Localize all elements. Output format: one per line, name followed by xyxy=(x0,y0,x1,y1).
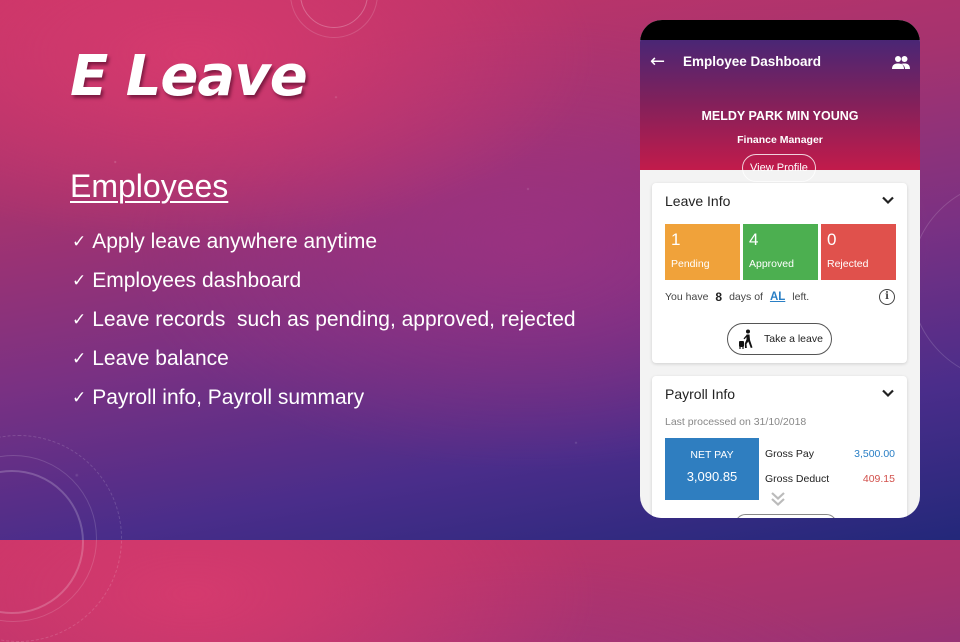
back-arrow-icon[interactable]: ← xyxy=(650,50,665,74)
take-leave-label: Take a leave xyxy=(764,333,823,345)
pending-stat[interactable]: 1 Pending xyxy=(665,224,740,280)
section-heading: Employees xyxy=(70,168,229,204)
gross-pay-row: Gross Pay 3,500.00 xyxy=(765,448,895,460)
balance-middle: days of xyxy=(729,291,763,303)
balance-days: 8 xyxy=(715,290,723,304)
leave-info-title: Leave Info xyxy=(665,193,731,209)
employee-name: MELDY PARK MIN YOUNG xyxy=(701,109,859,123)
balance-suffix: left. xyxy=(792,291,810,303)
gross-deduct-row: Gross Deduct 409.15 xyxy=(765,473,895,485)
app-toolbar: ← Employee Dashboard xyxy=(640,50,920,74)
rejected-label: Rejected xyxy=(827,258,869,270)
pending-label: Pending xyxy=(671,258,710,270)
app-header: ← Employee Dashboard MELDY PARK MIN YOUN… xyxy=(640,40,920,182)
feature-item: ✓ Leave records such as pending, approved… xyxy=(72,300,576,339)
feature-list: ✓ Apply leave anywhere anytime ✓ Employees… xyxy=(72,222,576,417)
net-pay-box: NET PAY 3,090.85 xyxy=(665,438,759,500)
checkmark-icon: ✓ xyxy=(72,309,87,330)
gross-pay-label: Gross Pay xyxy=(765,448,815,460)
feature-text: Leave records such as pending, approved,… xyxy=(92,307,576,331)
approved-stat[interactable]: 4 Approved xyxy=(743,224,818,280)
rejected-count: 0 xyxy=(827,230,837,249)
leave-type-link[interactable]: AL xyxy=(770,291,785,303)
gross-deduct-value: 409.15 xyxy=(862,473,895,485)
pending-count: 1 xyxy=(671,230,681,249)
chevron-down-icon[interactable] xyxy=(881,193,895,207)
decorative-ring xyxy=(0,470,84,614)
feature-item: ✓ Payroll info, Payroll summary xyxy=(72,378,576,417)
decorative-ring xyxy=(290,0,378,38)
take-leave-button[interactable]: Take a leave xyxy=(727,323,832,355)
slide-title: E Leave xyxy=(70,44,308,109)
checkmark-icon: ✓ xyxy=(72,270,87,291)
status-bar xyxy=(640,20,920,40)
checkmark-icon: ✓ xyxy=(72,348,87,369)
approved-count: 4 xyxy=(749,230,759,249)
rejected-stat[interactable]: 0 Rejected xyxy=(821,224,896,280)
people-icon[interactable] xyxy=(892,55,910,69)
net-pay-label: NET PAY xyxy=(690,449,734,461)
gross-deduct-label: Gross Deduct xyxy=(765,473,830,485)
leave-info-card: Leave Info 1 Pending 4 Approved 0 Reject… xyxy=(652,183,907,363)
feature-text: Payroll info, Payroll summary xyxy=(92,385,365,409)
checkmark-icon: ✓ xyxy=(72,387,87,408)
payroll-info-card: Payroll Info Last processed on 31/10/201… xyxy=(652,376,907,518)
decorative-ring xyxy=(0,435,122,642)
feature-item: ✓ Leave balance xyxy=(72,339,576,378)
employee-role: Finance Manager xyxy=(737,134,823,146)
feature-item: ✓ Apply leave anywhere anytime xyxy=(72,222,576,261)
leave-balance: You have 8 days of AL left. xyxy=(665,290,809,304)
view-profile-button[interactable]: View Profile xyxy=(742,154,816,182)
traveler-luggage-icon xyxy=(739,329,753,349)
chevron-down-icon[interactable] xyxy=(881,386,895,400)
net-pay-value: 3,090.85 xyxy=(686,469,738,484)
partial-button[interactable] xyxy=(735,514,837,518)
decorative-ring xyxy=(300,0,368,28)
feature-text: Apply leave anywhere anytime xyxy=(92,229,378,253)
feature-text: Employees dashboard xyxy=(92,268,302,292)
payroll-info-title: Payroll Info xyxy=(665,386,736,402)
feature-item: ✓ Employees dashboard xyxy=(72,261,576,300)
decorative-ring xyxy=(0,455,97,622)
gross-pay-value: 3,500.00 xyxy=(854,448,895,460)
info-icon[interactable]: i xyxy=(879,289,895,305)
last-processed-date: Last processed on 31/10/2018 xyxy=(665,416,807,428)
approved-label: Approved xyxy=(749,258,794,270)
balance-prefix: You have xyxy=(665,291,709,303)
double-chevron-down-icon[interactable] xyxy=(768,489,788,509)
feature-text: Leave balance xyxy=(92,346,229,370)
checkmark-icon: ✓ xyxy=(72,231,87,252)
phone-screenshot: ← Employee Dashboard MELDY PARK MIN YOUN… xyxy=(640,20,920,518)
app-title: Employee Dashboard xyxy=(683,54,822,69)
